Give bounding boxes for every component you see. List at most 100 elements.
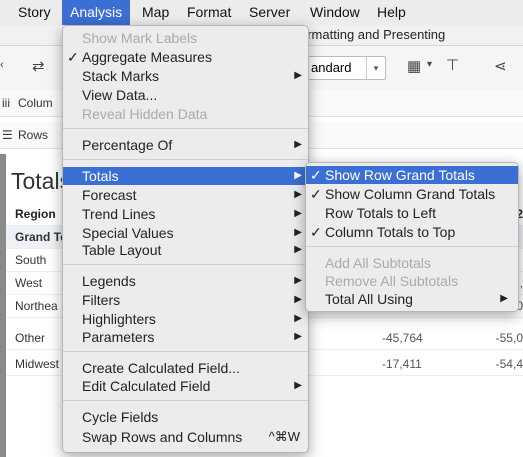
show-me-icon[interactable]: ▦ [407,57,421,75]
submenu-arrow-icon: ▶ [294,331,302,342]
checkmark-icon: ✓ [310,167,322,183]
menu-item-label: Remove All Subtotals [325,273,459,289]
menu-item-create-calculated-field[interactable]: Create Calculated Field... [63,359,308,377]
row-label: Midwest [15,357,60,371]
menu-item-label: View Data... [82,87,158,103]
submenu-arrow-icon: ▶ [294,170,302,181]
show-me-chevron-icon[interactable]: ▾ [427,59,432,70]
menu-item-show-row-grand-totals[interactable]: ✓ Show Row Grand Totals [306,166,518,184]
menu-item-label: Column Totals to Top [325,224,456,240]
menu-map[interactable]: Map [134,0,177,25]
menu-item-label: Total All Using [325,291,413,307]
presentation-icon[interactable]: ⊤ [446,56,459,74]
menu-item-cycle-fields[interactable]: Cycle Fields [63,408,308,426]
workbook-title: ormatting and Presenting [300,27,446,42]
menu-item-label: Aggregate Measures [82,49,212,65]
checkmark-icon: ✓ [310,186,322,202]
menu-item-label: Trend Lines [82,206,156,222]
row-label: Grand To [15,230,68,244]
menu-item-label: Create Calculated Field... [82,360,240,376]
menu-separator [63,400,308,401]
submenu-arrow-icon: ▶ [294,244,302,255]
menu-item-row-totals-to-left[interactable]: Row Totals to Left [306,204,518,222]
menu-item-highlighters[interactable]: Highlighters ▶ [63,310,308,328]
row-label: West [15,276,43,290]
menu-item-remove-all-subtotals[interactable]: Remove All Subtotals [306,272,518,290]
menu-help[interactable]: Help [369,0,414,25]
menu-item-trend-lines[interactable]: Trend Lines ▶ [63,205,308,223]
fit-dropdown[interactable]: andard ▾ [306,56,386,80]
columns-shelf-label: Colum [18,96,53,110]
columns-icon: iii [2,96,10,110]
menu-item-label: Forecast [82,187,137,203]
menu-server[interactable]: Server [241,0,298,25]
checkmark-icon: ✓ [67,49,79,65]
row-value: -45,764 [382,331,423,345]
toolbar-edge-icon[interactable]: ‹ [0,59,4,71]
menu-analysis[interactable]: Analysis [62,0,131,25]
checkmark-icon: ✓ [310,224,322,240]
menu-item-label: Filters [82,292,121,308]
submenu-arrow-icon: ▶ [294,294,302,305]
menu-item-view-data[interactable]: View Data... [63,86,308,104]
menu-item-reveal-hidden-data[interactable]: Reveal Hidden Data [63,105,308,123]
menu-item-show-mark-labels[interactable]: Show Mark Labels [63,29,308,47]
submenu-arrow-icon: ▶ [294,275,302,286]
row-value: -17,411 [382,357,422,371]
menu-item-label: Show Row Grand Totals [325,167,475,183]
chevron-down-icon: ▾ [366,57,385,79]
menu-item-label: Show Column Grand Totals [325,186,496,202]
menu-separator [63,128,308,129]
menu-item-legends[interactable]: Legends ▶ [63,272,308,290]
menu-bar: Story Analysis Map Format Server Window … [0,0,523,26]
swap-icon[interactable]: ⇄ [32,57,45,75]
keyboard-shortcut: ^⌘W [268,429,300,444]
submenu-arrow-icon: ▶ [294,227,302,238]
menu-item-stack-marks[interactable]: Stack Marks ▶ [63,67,308,85]
menu-item-special-values[interactable]: Special Values ▶ [63,224,308,242]
menu-item-label: Totals [82,168,119,184]
menu-item-label: Percentage Of [82,137,173,153]
row-label: Northea [15,299,58,313]
rows-shelf-label: Rows [18,128,49,142]
menu-item-parameters[interactable]: Parameters ▶ [63,328,308,346]
menu-item-totals[interactable]: Totals ▶ [63,167,308,185]
share-icon[interactable]: ⋖ [494,57,507,75]
menu-item-swap-rows-columns[interactable]: Swap Rows and Columns ^⌘W [63,428,308,446]
row-value: , [519,276,523,290]
menu-item-percentage-of[interactable]: Percentage Of ▶ [63,136,308,154]
menu-item-forecast[interactable]: Forecast ▶ [63,186,308,204]
menu-window[interactable]: Window [302,0,368,25]
menu-item-total-all-using[interactable]: Total All Using ▶ [306,290,518,308]
row-label: South [15,253,47,267]
menu-item-label: Parameters [82,329,155,345]
submenu-arrow-icon: ▶ [294,70,302,81]
menu-item-edit-calculated-field[interactable]: Edit Calculated Field ▶ [63,377,308,395]
rows-icon: ☰ [2,128,13,142]
menu-item-label: Swap Rows and Columns [82,429,243,445]
submenu-arrow-icon: ▶ [294,208,302,219]
menu-item-label: Legends [82,273,136,289]
menu-separator [63,159,308,160]
menu-item-label: Cycle Fields [82,409,159,425]
menu-item-label: Show Mark Labels [82,30,198,46]
menu-separator [63,264,308,265]
menu-item-filters[interactable]: Filters ▶ [63,291,308,309]
menu-item-column-totals-to-top[interactable]: ✓ Column Totals to Top [306,223,518,241]
row-value: -54,4 [495,357,523,371]
submenu-arrow-icon: ▶ [294,139,302,150]
submenu-arrow-icon: ▶ [294,380,302,391]
submenu-arrow-icon: ▶ [500,293,508,304]
menu-item-aggregate-measures[interactable]: ✓ Aggregate Measures [63,48,308,66]
menu-story[interactable]: Story [10,0,59,25]
menu-item-add-all-subtotals[interactable]: Add All Subtotals [306,254,518,272]
menu-item-label: Special Values [82,225,174,241]
menu-format[interactable]: Format [179,0,239,25]
totals-submenu: ✓ Show Row Grand Totals ✓ Show Column Gr… [305,162,519,312]
menu-item-table-layout[interactable]: Table Layout ▶ [63,241,308,259]
menu-item-show-column-grand-totals[interactable]: ✓ Show Column Grand Totals [306,185,518,203]
menu-item-label: Row Totals to Left [325,205,437,221]
menu-item-label: Reveal Hidden Data [82,106,208,122]
menu-item-label: Stack Marks [82,68,160,84]
menu-item-label: Add All Subtotals [325,255,431,271]
